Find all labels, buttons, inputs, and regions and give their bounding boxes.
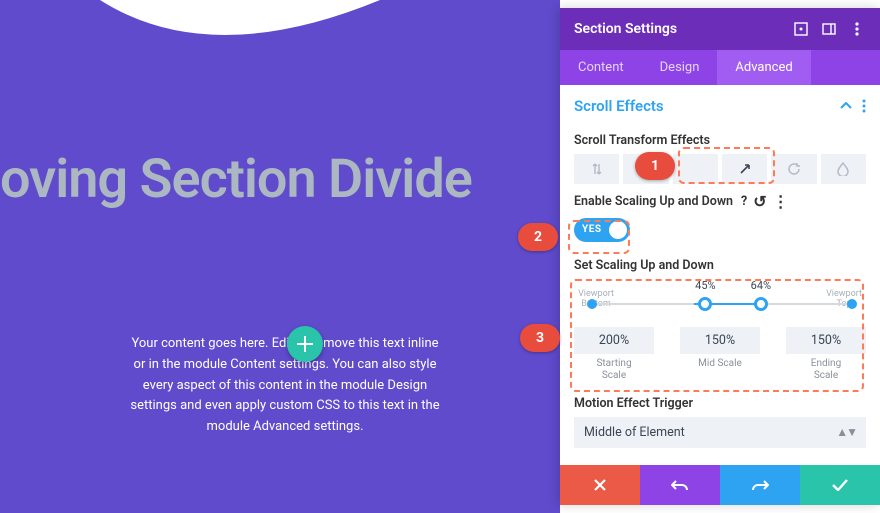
motion-trigger-value: Middle of Element	[584, 425, 685, 440]
section-more-icon[interactable]	[862, 99, 866, 113]
effect-blur-icon[interactable]	[821, 154, 866, 184]
expand-icon[interactable]	[792, 20, 810, 38]
motion-trigger-label: Motion Effect Trigger	[574, 396, 866, 411]
snap-icon[interactable]	[820, 20, 838, 38]
save-button[interactable]	[800, 465, 880, 505]
help-icon[interactable]: ?	[741, 194, 747, 209]
select-arrows-icon: ▲▼	[836, 425, 856, 439]
transform-effects-label: Scroll Transform Effects	[574, 133, 866, 148]
headline: oving Section Divide	[0, 148, 560, 211]
motion-trigger-select[interactable]: Middle of Element ▲▼	[574, 417, 866, 448]
callout-badge-2: 2	[518, 223, 558, 251]
set-scaling-label: Set Scaling Up and Down	[574, 258, 866, 273]
page-canvas: oving Section Divide Your content goes h…	[0, 0, 560, 513]
effect-vertical-icon[interactable]	[574, 154, 619, 184]
panel-footer	[560, 465, 880, 505]
settings-panel: Section Settings Content Design Advanced…	[560, 8, 880, 505]
add-module-button[interactable]	[287, 326, 323, 362]
callout-highlight-1	[678, 147, 775, 184]
more-icon[interactable]	[848, 20, 866, 38]
callout-highlight-2	[568, 220, 630, 254]
undo-button[interactable]	[640, 465, 720, 505]
panel-tabs: Content Design Advanced	[560, 50, 880, 85]
panel-titlebar: Section Settings	[560, 8, 880, 50]
divider-curve	[100, 0, 380, 55]
tab-design[interactable]: Design	[642, 50, 718, 85]
enable-scaling-label: Enable Scaling Up and Down ? ↺ ⋮	[574, 192, 866, 211]
callout-badge-3: 3	[520, 324, 560, 352]
cancel-button[interactable]	[560, 465, 640, 505]
tab-content[interactable]: Content	[560, 50, 642, 85]
options-more-icon[interactable]: ⋮	[773, 192, 789, 211]
body-text: Your content goes here. Edit or remove t…	[0, 334, 560, 438]
effect-rotate-icon[interactable]	[771, 154, 816, 184]
callout-badge-1: 1	[635, 152, 675, 180]
redo-button[interactable]	[720, 465, 800, 505]
panel-body: Scroll Effects Scroll Transform Effects …	[560, 85, 880, 465]
tab-advanced[interactable]: Advanced	[717, 50, 810, 85]
reset-icon[interactable]: ↺	[753, 192, 766, 211]
section-title: Scroll Effects	[574, 97, 830, 115]
panel-title: Section Settings	[574, 21, 677, 37]
collapse-icon[interactable]	[840, 102, 852, 110]
callout-highlight-3	[570, 279, 864, 392]
